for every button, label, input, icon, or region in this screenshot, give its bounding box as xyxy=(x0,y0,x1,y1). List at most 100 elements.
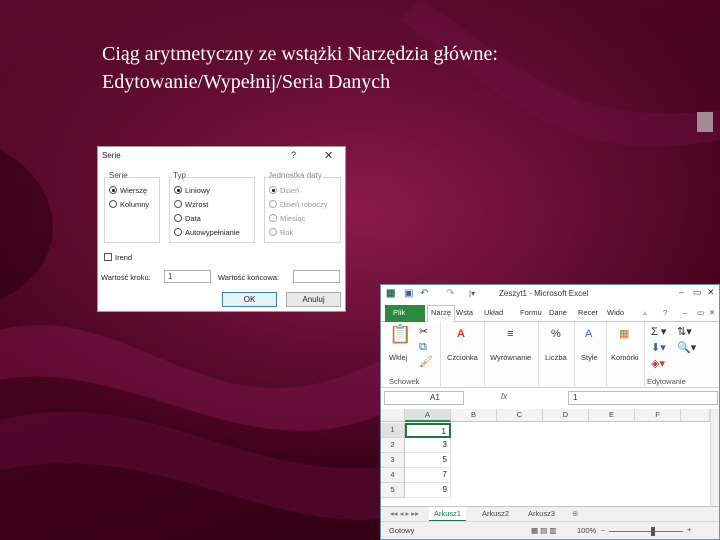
minimize-icon[interactable]: – xyxy=(679,287,684,297)
redo-icon[interactable]: ↷ xyxy=(446,288,454,300)
zoom-out-icon[interactable]: – xyxy=(601,525,605,534)
series-rows-label: Wierszę xyxy=(120,186,148,195)
cell-a3[interactable]: 5 xyxy=(405,453,451,468)
type-date-option[interactable]: Data xyxy=(174,214,201,224)
minimize-ribbon-icon[interactable]: ▵ xyxy=(643,308,647,317)
cells-icon[interactable]: ▦ xyxy=(619,328,629,340)
close-button[interactable]: ✕ xyxy=(324,149,333,162)
series-dialog: Serie ? ✕ Serie Wierszę Kolumny Typ Lini… xyxy=(97,146,346,312)
radio-icon xyxy=(109,200,117,208)
column-header[interactable]: B xyxy=(451,409,497,422)
cell-a5[interactable]: 9 xyxy=(405,483,451,498)
date-unit-month-option[interactable]: Miesiąc xyxy=(269,214,305,224)
tab-data[interactable]: Dane xyxy=(549,308,567,317)
zoom-in-icon[interactable]: + xyxy=(687,525,691,534)
series-rows-option[interactable]: Wierszę xyxy=(109,186,147,196)
date-unit-year-option[interactable]: Rok xyxy=(269,228,293,238)
type-linear-option[interactable]: Liniowy xyxy=(174,186,210,196)
row-header[interactable]: 2 xyxy=(381,438,405,453)
restore-icon[interactable]: ▭ xyxy=(693,287,702,298)
help-icon[interactable]: ? xyxy=(663,308,667,317)
sheet-nav-icon[interactable]: ◂◂ ◂ ▸ ▸▸ xyxy=(385,507,424,522)
step-value-input[interactable]: 1 xyxy=(164,270,211,283)
new-sheet-icon[interactable]: ⊕ xyxy=(567,507,583,522)
sheet-tab-3[interactable]: Arkusz3 xyxy=(523,507,560,522)
type-growth-option[interactable]: Wzrost xyxy=(174,200,208,210)
restore-workbook-icon[interactable]: ▭ xyxy=(697,308,704,317)
row-header[interactable]: 5 xyxy=(381,483,405,498)
row-header[interactable]: 4 xyxy=(381,468,405,483)
find-select-icon[interactable]: 🔍▾ xyxy=(677,342,696,354)
save-icon[interactable]: ▣ xyxy=(404,288,413,300)
alignment-icon[interactable]: ≡ xyxy=(507,328,513,340)
copy-icon[interactable]: ⧉ xyxy=(419,341,427,353)
tab-formulas[interactable]: Formu xyxy=(520,308,542,317)
formula-input[interactable]: 1 xyxy=(568,391,718,405)
sheet-tab-2[interactable]: Arkusz2 xyxy=(477,507,514,522)
select-all-corner[interactable] xyxy=(381,409,405,422)
stop-value-input[interactable] xyxy=(293,270,340,283)
cell-a4[interactable]: 7 xyxy=(405,468,451,483)
view-buttons-icon[interactable]: ▦ ▤ ▥ xyxy=(531,526,556,535)
help-button[interactable]: ? xyxy=(291,150,296,160)
zoom-level[interactable]: 100% xyxy=(577,526,596,535)
autosum-icon[interactable]: Σ ▾ xyxy=(651,326,666,338)
column-header[interactable]: F xyxy=(635,409,681,422)
styles-label[interactable]: Style xyxy=(581,353,598,362)
series-in-label: Serie xyxy=(108,171,129,180)
row-header[interactable]: 1 xyxy=(381,423,405,438)
date-unit-day-label: Dzień xyxy=(280,186,300,195)
name-box[interactable]: A1 xyxy=(384,391,464,405)
cut-icon[interactable]: ✂ xyxy=(419,326,428,338)
number-group: % Liczba xyxy=(541,322,575,388)
row-header[interactable]: 3 xyxy=(381,453,405,468)
date-unit-day-option[interactable]: Dzień xyxy=(269,186,299,196)
paste-icon[interactable]: 📋 xyxy=(389,325,411,343)
slide-title: Ciąg arytmetyczny ze wstążki Narzędzia g… xyxy=(102,40,702,96)
type-linear-label: Liniowy xyxy=(185,186,211,195)
sheet-tab-1[interactable]: Arkusz1 xyxy=(429,507,467,522)
tab-home[interactable]: Narzę xyxy=(427,305,456,323)
minimize-workbook-icon[interactable]: – xyxy=(683,308,687,317)
column-header[interactable]: A xyxy=(405,409,451,422)
paste-label[interactable]: Wklej xyxy=(389,353,407,362)
zoom-slider[interactable] xyxy=(609,531,683,532)
tab-layout[interactable]: Układ xyxy=(484,308,503,317)
column-header[interactable]: E xyxy=(589,409,635,422)
cell-a2[interactable]: 3 xyxy=(405,438,451,453)
alignment-label[interactable]: Wyrównanie xyxy=(490,353,531,362)
editing-label: Edytowanie xyxy=(647,377,686,386)
customize-icon[interactable]: |▾ xyxy=(469,288,475,300)
series-columns-option[interactable]: Kolumny xyxy=(109,200,149,210)
percent-icon[interactable]: % xyxy=(551,328,561,340)
close-window-icon[interactable]: ✕ xyxy=(707,287,715,298)
column-header[interactable]: D xyxy=(543,409,589,422)
undo-icon[interactable]: ↶ xyxy=(420,288,428,300)
column-header[interactable]: C xyxy=(497,409,543,422)
tab-insert[interactable]: Wsta xyxy=(456,308,473,317)
tab-review[interactable]: Recer xyxy=(578,308,598,317)
trend-checkbox[interactable]: Irend xyxy=(104,253,132,263)
close-workbook-icon[interactable]: ✕ xyxy=(709,308,715,317)
styles-icon[interactable]: A xyxy=(585,328,592,340)
date-unit-weekday-option[interactable]: Dzień roboczy xyxy=(269,200,328,210)
font-icon[interactable]: A xyxy=(457,328,465,340)
clear-icon[interactable]: ◈▾ xyxy=(651,358,665,370)
zoom-slider-thumb[interactable] xyxy=(651,527,655,536)
tab-file[interactable]: Plik xyxy=(385,305,425,322)
cell-a1[interactable]: 1 xyxy=(405,423,451,438)
tab-view[interactable]: Wido xyxy=(607,308,624,317)
format-painter-icon[interactable]: 🖌 xyxy=(419,356,433,368)
cancel-button[interactable]: Anuluj xyxy=(286,292,341,307)
sort-filter-icon[interactable]: ⇅▾ xyxy=(677,326,692,338)
vertical-scrollbar[interactable] xyxy=(710,409,719,521)
cells-label[interactable]: Komórki xyxy=(611,353,639,362)
type-autofill-option[interactable]: Autowypełnianie xyxy=(174,228,240,238)
fill-icon[interactable]: ⬇▾ xyxy=(651,342,666,354)
ok-button[interactable]: OK xyxy=(222,292,277,307)
number-label[interactable]: Liczba xyxy=(545,353,567,362)
radio-icon xyxy=(269,214,277,222)
fx-icon[interactable]: fx xyxy=(501,392,507,401)
font-group-button-label[interactable]: Czcionka xyxy=(447,353,478,362)
styles-group: A Style xyxy=(577,322,607,388)
